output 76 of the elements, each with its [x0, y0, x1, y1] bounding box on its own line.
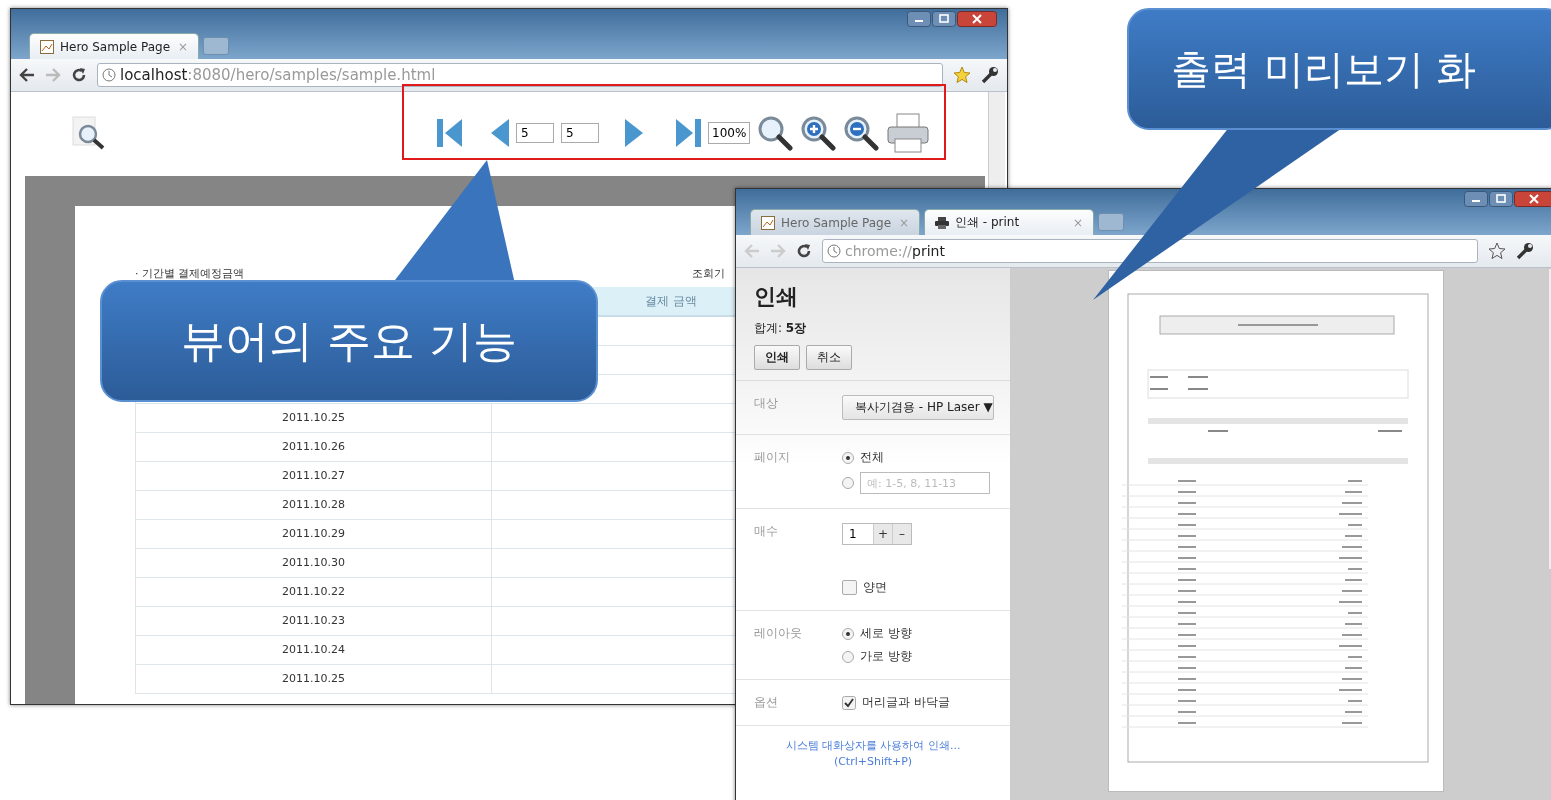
print-title: 인쇄: [754, 282, 799, 311]
option-label: 머리글과 바닥글: [862, 694, 950, 711]
print-button[interactable]: 인쇄: [754, 345, 800, 370]
page-icon: [40, 39, 54, 54]
printer-dropdown[interactable]: 복사기겸용 - HP Laser ▼: [842, 395, 994, 420]
page-info-icon: [102, 68, 116, 82]
address-field[interactable]: localhost:8080/hero/samples/sample.html: [97, 63, 943, 87]
table-cell: 2011.10.25: [136, 404, 492, 432]
option-label: 양면: [863, 579, 887, 596]
section-label: 레이아웃: [754, 625, 803, 642]
minimize-icon[interactable]: [1464, 191, 1488, 207]
radio-button[interactable]: [842, 627, 854, 640]
table-cell: 2011.10.23: [136, 607, 492, 635]
document-search-icon[interactable]: [71, 116, 107, 150]
close-icon[interactable]: [1514, 191, 1551, 207]
browser-tab[interactable]: Hero Sample Page ×: [750, 209, 920, 235]
minimize-icon[interactable]: [907, 11, 931, 27]
table-cell: 2011.10.24: [136, 636, 492, 664]
page-icon: [761, 215, 775, 230]
last-page-icon[interactable]: [675, 118, 701, 148]
close-icon[interactable]: [957, 11, 997, 27]
zoom-out-icon[interactable]: [843, 115, 880, 151]
previous-page-icon[interactable]: [491, 118, 509, 148]
page-number-field[interactable]: 5: [516, 123, 554, 143]
option-label: 전체: [860, 449, 884, 466]
column-header: 결제 금액: [645, 292, 697, 310]
maximize-icon[interactable]: [932, 11, 956, 27]
star-icon[interactable]: [953, 66, 971, 84]
section-label: 매수: [754, 523, 779, 540]
section-label: 대상: [754, 395, 779, 412]
table-cell: 2011.10.28: [136, 491, 492, 519]
table-cell: 2011.10.29: [136, 520, 492, 548]
section-label: 페이지: [754, 449, 791, 466]
tab-title: Hero Sample Page: [60, 39, 171, 54]
callout: 출력 미리보기 화: [1127, 8, 1551, 130]
browser-tab[interactable]: 인쇄 - print ×: [924, 209, 1094, 235]
section-label: 옵션: [754, 694, 779, 711]
zoom-in-icon[interactable]: [800, 115, 837, 151]
printer-icon[interactable]: [886, 113, 931, 153]
copies-stepper[interactable]: 1 + –: [842, 523, 912, 545]
radio-button[interactable]: [842, 451, 854, 464]
checkbox[interactable]: [842, 580, 857, 595]
cancel-button[interactable]: 취소: [806, 345, 852, 370]
page-count-field: 5: [561, 123, 599, 143]
browser-tab[interactable]: Hero Sample Page ×: [29, 33, 199, 59]
page-total: 합계: 5장: [754, 320, 808, 337]
option-label: 가로 방향: [860, 648, 912, 665]
printer-icon: [935, 216, 949, 229]
checkbox[interactable]: [842, 695, 856, 710]
wrench-icon[interactable]: [1516, 242, 1534, 260]
star-icon[interactable]: [1488, 242, 1506, 260]
radio-button[interactable]: [842, 477, 854, 489]
report-title: · 기간별 결제예정금액: [135, 266, 245, 281]
next-page-icon[interactable]: [625, 118, 643, 148]
radio-button[interactable]: [842, 650, 854, 663]
table-cell: 2011.10.30: [136, 549, 492, 577]
table-cell: 2011.10.26: [136, 433, 492, 461]
reload-icon[interactable]: [796, 243, 812, 259]
address-field[interactable]: chrome://print: [822, 239, 1478, 263]
zoom-field[interactable]: 100%: [708, 122, 751, 144]
table-cell: 2011.10.22: [136, 578, 492, 606]
maximize-icon[interactable]: [1489, 191, 1513, 207]
page-info-icon: [827, 244, 841, 258]
search-icon[interactable]: [757, 115, 794, 151]
first-page-icon[interactable]: [437, 118, 463, 148]
callout: 뷰어의 주요 기능: [100, 280, 598, 402]
table-cell: 2011.10.27: [136, 462, 492, 490]
reload-icon[interactable]: [71, 67, 87, 83]
table-cell: 2011.10.25: [136, 665, 492, 693]
report-basis-label: 조회기: [692, 266, 725, 281]
page-range-field[interactable]: 예: 1-5, 8, 11-13: [860, 472, 990, 494]
option-label: 세로 방향: [860, 625, 912, 642]
wrench-icon[interactable]: [981, 66, 999, 84]
scrollbar[interactable]: [988, 92, 1005, 176]
back-icon[interactable]: [19, 68, 35, 82]
system-dialog-link[interactable]: 시스템 대화상자를 사용하여 인쇄... (Ctrl+Shift+P): [736, 726, 1010, 782]
